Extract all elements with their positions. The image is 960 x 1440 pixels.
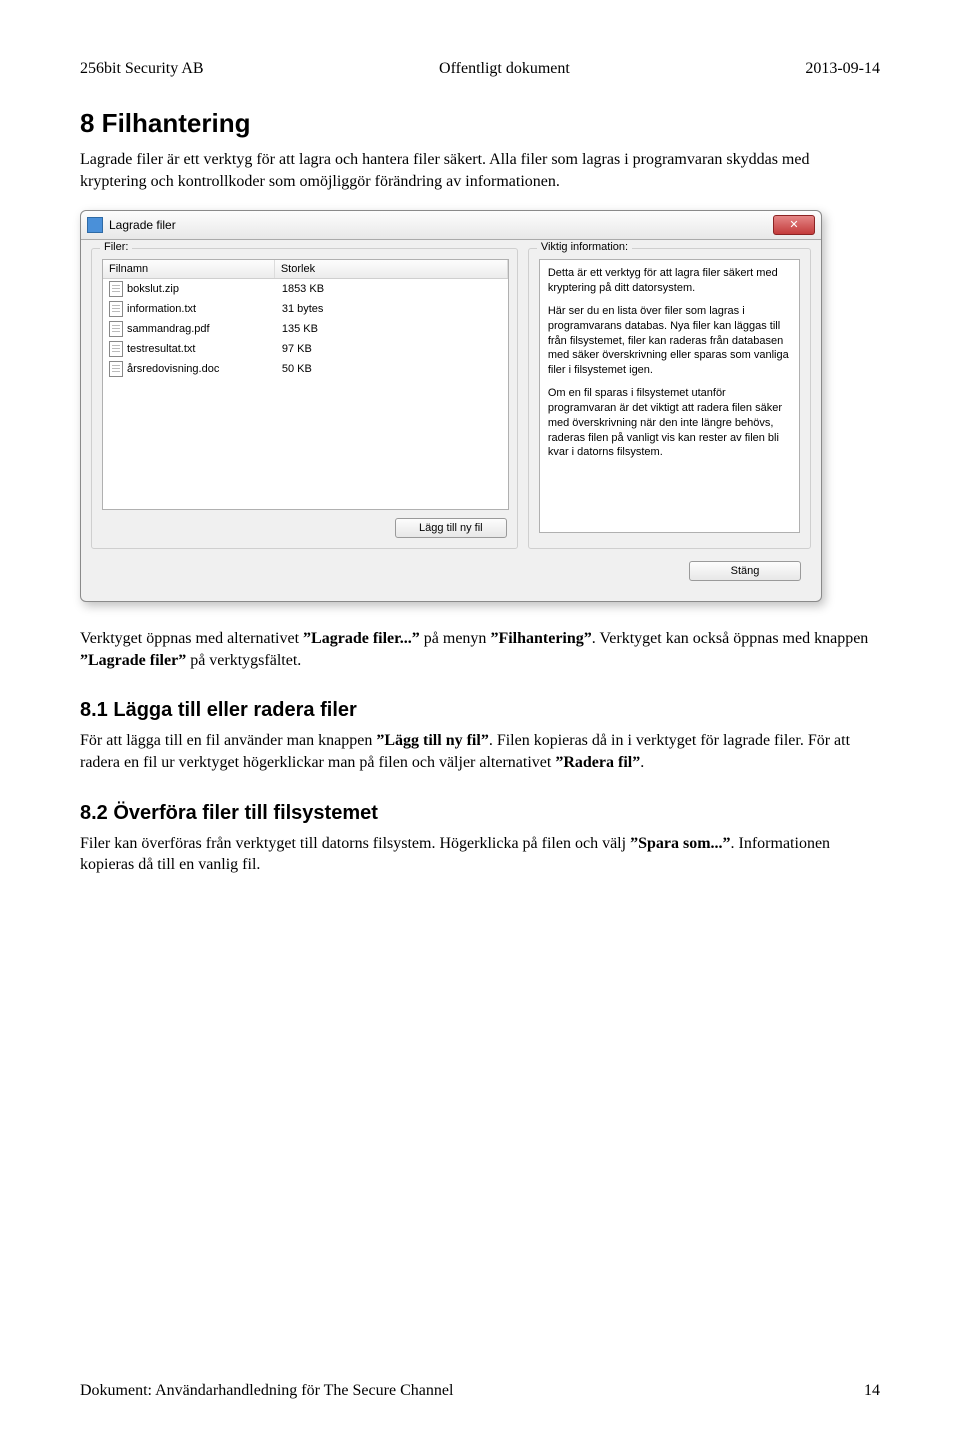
open-instructions: Verktyget öppnas med alternativet ”Lagra…	[80, 628, 880, 671]
info-group-label: Viktig information:	[537, 241, 632, 253]
file-name-cell: bokslut.zip	[103, 280, 276, 298]
heading-8-2: 8.2 Överföra filer till filsystemet	[80, 802, 880, 825]
file-size-cell: 97 KB	[276, 340, 508, 358]
add-file-button[interactable]: Lägg till ny fil	[395, 518, 507, 538]
heading-8-1: 8.1 Lägga till eller radera filer	[80, 699, 880, 722]
intro-paragraph: Lagrade filer är ett verktyg för att lag…	[80, 149, 880, 192]
table-row[interactable]: årsredovisning.doc50 KB	[103, 359, 508, 379]
table-row[interactable]: sammandrag.pdf135 KB	[103, 319, 508, 339]
files-group: Filer: Filnamn Storlek bokslut.zip1853 K…	[91, 248, 518, 549]
file-size-cell: 50 KB	[276, 360, 508, 378]
file-icon	[109, 341, 123, 357]
app-icon	[87, 217, 103, 233]
table-row[interactable]: bokslut.zip1853 KB	[103, 279, 508, 299]
file-size-cell: 31 bytes	[276, 300, 508, 318]
footer-page-number: 14	[864, 1382, 880, 1400]
file-name-cell: sammandrag.pdf	[103, 320, 276, 338]
dialog-titlebar: Lagrade filer ✕	[81, 211, 821, 240]
file-list-header: Filnamn Storlek	[103, 260, 508, 279]
info-p3: Om en fil sparas i filsystemet utanför p…	[548, 386, 791, 460]
col-filename[interactable]: Filnamn	[103, 260, 275, 278]
file-name-cell: årsredovisning.doc	[103, 360, 276, 378]
header-right: 2013-09-14	[805, 60, 880, 78]
files-group-label: Filer:	[100, 241, 132, 253]
file-name-cell: testresultat.txt	[103, 340, 276, 358]
file-size-cell: 135 KB	[276, 320, 508, 338]
header-center: Offentligt dokument	[439, 60, 570, 78]
footer-left: Dokument: Användarhandledning för The Se…	[80, 1382, 453, 1400]
info-group: Viktig information: Detta är ett verktyg…	[528, 248, 811, 549]
section-8-2-text: Filer kan överföras från verktyget till …	[80, 833, 880, 876]
info-p2: Här ser du en lista över filer som lagra…	[548, 304, 791, 378]
doc-header: 256bit Security AB Offentligt dokument 2…	[80, 60, 880, 78]
file-list[interactable]: Filnamn Storlek bokslut.zip1853 KBinform…	[102, 259, 509, 510]
table-row[interactable]: information.txt31 bytes	[103, 299, 508, 319]
file-icon	[109, 361, 123, 377]
file-name-cell: information.txt	[103, 300, 276, 318]
table-row[interactable]: testresultat.txt97 KB	[103, 339, 508, 359]
col-size[interactable]: Storlek	[275, 260, 508, 278]
info-text: Detta är ett verktyg för att lagra filer…	[539, 259, 800, 533]
file-icon	[109, 301, 123, 317]
info-p1: Detta är ett verktyg för att lagra filer…	[548, 266, 791, 296]
file-size-cell: 1853 KB	[276, 280, 508, 298]
header-left: 256bit Security AB	[80, 60, 204, 78]
stored-files-dialog: Lagrade filer ✕ Filer: Filnamn Storlek b…	[80, 210, 822, 602]
file-icon	[109, 321, 123, 337]
dialog-title: Lagrade filer	[109, 218, 773, 232]
window-close-button[interactable]: ✕	[773, 215, 815, 235]
heading-8: 8 Filhantering	[80, 108, 880, 139]
file-icon	[109, 281, 123, 297]
section-8-1-text: För att lägga till en fil använder man k…	[80, 730, 880, 773]
dialog-close-button[interactable]: Stäng	[689, 561, 801, 581]
doc-footer: Dokument: Användarhandledning för The Se…	[80, 1382, 880, 1400]
